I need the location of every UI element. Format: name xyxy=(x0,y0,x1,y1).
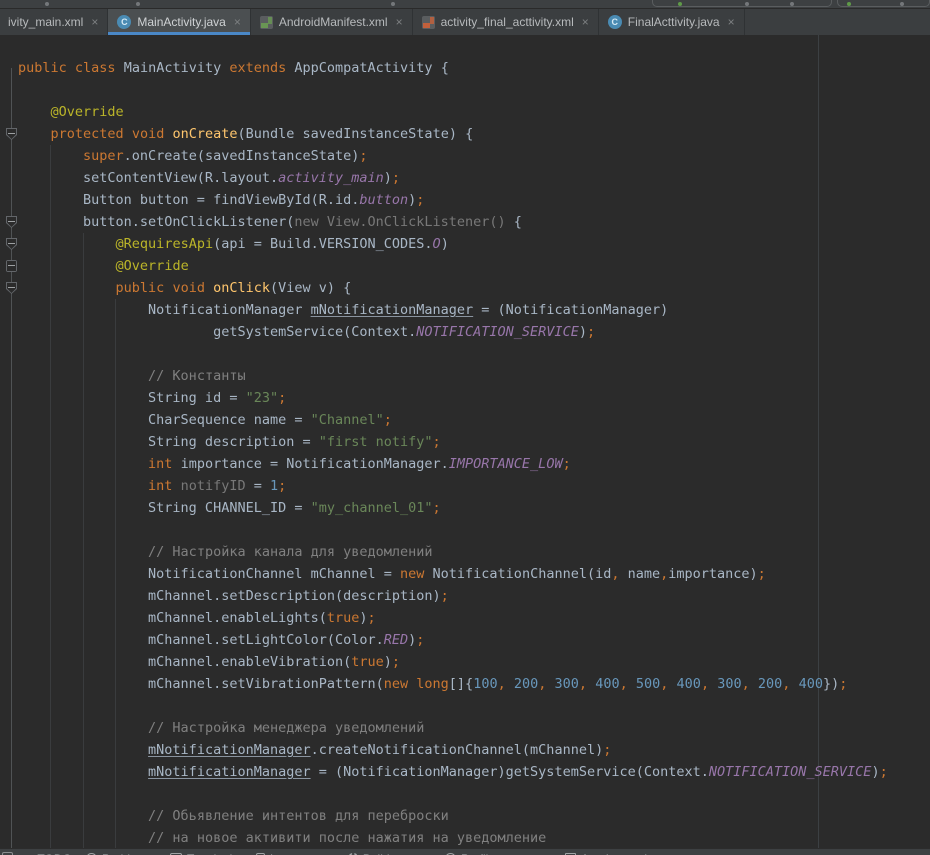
code-line: mNotificationManager = (NotificationMana… xyxy=(0,761,930,783)
close-tab-icon[interactable]: × xyxy=(91,15,98,29)
editor-tab[interactable]: AndroidManifest.xml × xyxy=(251,9,413,35)
close-tab-icon[interactable]: × xyxy=(582,15,589,29)
toolbar-icon[interactable] xyxy=(391,2,395,6)
editor-tab[interactable]: C FinalActtivity.java × xyxy=(599,9,745,35)
close-tab-icon[interactable]: × xyxy=(234,15,241,29)
main-toolbar-strip xyxy=(0,0,930,9)
close-tab-icon[interactable]: × xyxy=(396,15,403,29)
code-line: @Override xyxy=(0,255,930,277)
toolbar-icon[interactable] xyxy=(900,2,904,6)
code-line xyxy=(0,783,930,805)
fold-collapse-icon[interactable] xyxy=(6,216,17,228)
tab-label: activity_final_acttivity.xml xyxy=(441,15,574,29)
toolbar-icon[interactable] xyxy=(790,2,794,6)
code-line: mNotificationManager.createNotificationC… xyxy=(0,739,930,761)
close-tab-icon[interactable]: × xyxy=(728,15,735,29)
code-line: NotificationManager mNotificationManager… xyxy=(0,299,930,321)
layout-xml-file-icon xyxy=(422,16,435,29)
toolbar-icon[interactable] xyxy=(136,2,140,6)
editor-tab-bar: ivity_main.xml × C MainActivity.java × A… xyxy=(0,9,930,36)
code-line: String description = "first notify"; xyxy=(0,431,930,453)
code-line xyxy=(0,519,930,541)
code-line: // Настройка менеджера уведомлений xyxy=(0,717,930,739)
code-editor[interactable]: public class MainActivity extends AppCom… xyxy=(0,35,930,855)
tab-label: ivity_main.xml xyxy=(8,15,83,29)
android-studio-window: ivity_main.xml × C MainActivity.java × A… xyxy=(0,0,930,855)
run-status-dot xyxy=(678,2,682,6)
code-line: String id = "23"; xyxy=(0,387,930,409)
fold-collapse-icon[interactable] xyxy=(6,260,17,272)
code-line: int importance = NotificationManager.IMP… xyxy=(0,453,930,475)
java-class-icon: C xyxy=(608,15,622,29)
tab-label: AndroidManifest.xml xyxy=(279,15,388,29)
code-line: Button button = findViewById(R.id.button… xyxy=(0,189,930,211)
tab-label: MainActivity.java xyxy=(137,15,225,29)
code-line: getSystemService(Context.NOTIFICATION_SE… xyxy=(0,321,930,343)
code-line: String CHANNEL_ID = "my_channel_01"; xyxy=(0,497,930,519)
code-line: @Override xyxy=(0,101,930,123)
run-status-dot xyxy=(847,2,851,6)
toolbar-icon[interactable] xyxy=(45,2,49,6)
toolbar-icon[interactable] xyxy=(745,2,749,6)
code-line: mChannel.setVibrationPattern(new long[]{… xyxy=(0,673,930,695)
code-line: setContentView(R.layout.activity_main); xyxy=(0,167,930,189)
code-line: @RequiresApi(api = Build.VERSION_CODES.O… xyxy=(0,233,930,255)
fold-collapse-icon[interactable] xyxy=(6,128,17,140)
code-line xyxy=(0,343,930,365)
code-line: // на новое активити после нажатия на ув… xyxy=(0,827,930,849)
code-line: button.setOnClickListener(new View.OnCli… xyxy=(0,211,930,233)
tab-label: FinalActtivity.java xyxy=(628,15,720,29)
code-line: mChannel.enableVibration(true); xyxy=(0,651,930,673)
code-line: mChannel.setLightColor(Color.RED); xyxy=(0,629,930,651)
editor-tab[interactable]: ivity_main.xml × xyxy=(0,9,108,35)
code-area[interactable]: public class MainActivity extends AppCom… xyxy=(0,57,930,849)
code-line: mChannel.enableLights(true); xyxy=(0,607,930,629)
code-line xyxy=(0,695,930,717)
code-line: // Настройка канала для уведомлений xyxy=(0,541,930,563)
fold-collapse-icon[interactable] xyxy=(6,238,17,250)
code-line: NotificationChannel mChannel = new Notif… xyxy=(0,563,930,585)
java-class-icon: C xyxy=(117,15,131,29)
fold-collapse-icon[interactable] xyxy=(6,282,17,294)
tool-window-bar: ≡ TODO Problems Terminal Logcat ⚒ Build … xyxy=(0,848,930,855)
code-line: public class MainActivity extends AppCom… xyxy=(0,57,930,79)
code-line xyxy=(0,79,930,101)
code-line: // Обьявление интентов для переброски xyxy=(0,805,930,827)
code-line: public void onClick(View v) { xyxy=(0,277,930,299)
editor-tab[interactable]: C MainActivity.java × xyxy=(108,9,251,35)
code-line: protected void onCreate(Bundle savedInst… xyxy=(0,123,930,145)
editor-tab[interactable]: activity_final_acttivity.xml × xyxy=(413,9,599,35)
code-line: CharSequence name = "Channel"; xyxy=(0,409,930,431)
code-line: super.onCreate(savedInstanceState); xyxy=(0,145,930,167)
manifest-file-icon xyxy=(260,16,273,29)
code-line: // Константы xyxy=(0,365,930,387)
code-line: mChannel.setDescription(description); xyxy=(0,585,930,607)
code-line: int notifyID = 1; xyxy=(0,475,930,497)
